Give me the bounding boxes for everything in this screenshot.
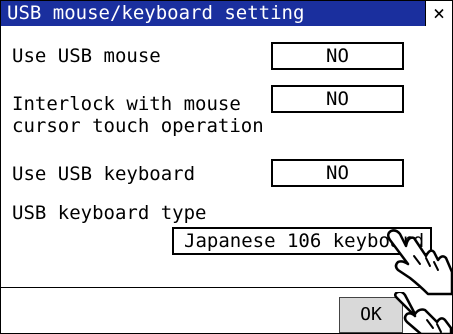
usb-settings-dialog: USB mouse/keyboard setting × Use USB mou… <box>0 0 453 334</box>
window-title: USB mouse/keyboard setting <box>1 1 425 26</box>
use-usb-keyboard-label: Use USB keyboard <box>12 163 196 185</box>
close-icon: × <box>432 1 446 25</box>
close-button[interactable]: × <box>425 1 452 26</box>
interlock-label: Interlock with mouse cursor touch operat… <box>12 93 264 137</box>
interlock-field[interactable]: NO <box>271 85 404 113</box>
use-usb-mouse-label: Use USB mouse <box>12 45 161 67</box>
use-usb-keyboard-field[interactable]: NO <box>271 159 404 187</box>
ok-button[interactable]: OK <box>339 297 403 333</box>
footer-divider <box>1 287 452 288</box>
keyboard-type-field[interactable]: Japanese 106 keyboard <box>172 227 432 255</box>
keyboard-type-label: USB keyboard type <box>12 202 207 224</box>
use-usb-mouse-field[interactable]: NO <box>271 42 404 70</box>
